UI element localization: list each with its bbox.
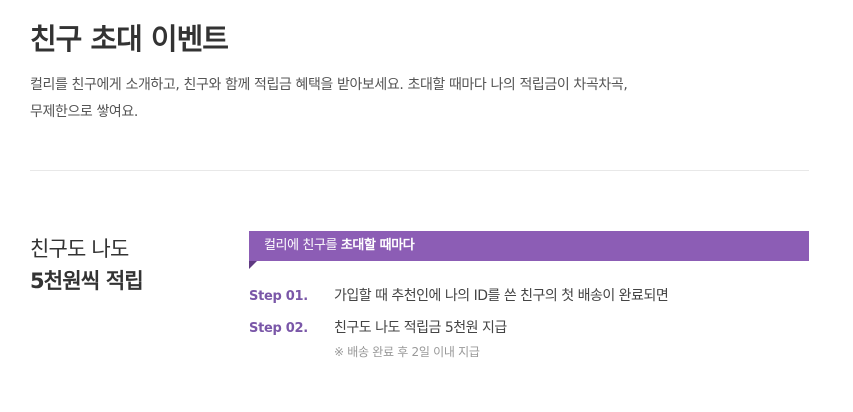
invite-banner-text: 컬리에 친구를 초대할 때마다 bbox=[249, 238, 415, 253]
step-item-2: Step 02. 친구도 나도 적립금 5천원 지급 ※ 배송 완료 후 2일 … bbox=[249, 317, 809, 362]
reward-heading-line-1: 친구도 나도 bbox=[30, 237, 129, 261]
reward-heading: 친구도 나도 5천원씩 적립 bbox=[30, 233, 230, 297]
reward-heading-line-2: 5천원씩 적립 bbox=[30, 269, 144, 293]
steps-list: Step 01. 가입할 때 추천인에 나의 ID를 쓴 친구의 첫 배송이 완… bbox=[249, 285, 809, 371]
step-label: Step 02. bbox=[249, 321, 308, 336]
invite-banner: 컬리에 친구를 초대할 때마다 bbox=[249, 231, 809, 261]
event-description-line-1: 컬리를 친구에게 소개하고, 친구와 함께 적립금 혜택을 받아보세요. 초대할… bbox=[30, 77, 628, 93]
invite-banner-emphasis: 초대할 때마다 bbox=[340, 238, 415, 253]
step-body: 친구도 나도 적립금 5천원 지급 ※ 배송 완료 후 2일 이내 지급 bbox=[334, 317, 507, 362]
section-divider bbox=[30, 170, 809, 171]
event-description: 컬리를 친구에게 소개하고, 친구와 함께 적립금 혜택을 받아보세요. 초대할… bbox=[30, 72, 820, 126]
banner-fold-decoration bbox=[249, 261, 257, 269]
step-note: ※ 배송 완료 후 2일 이내 지급 bbox=[334, 345, 480, 359]
page-title: 친구 초대 이벤트 bbox=[30, 22, 229, 56]
invite-banner-prefix: 컬리에 친구를 bbox=[264, 238, 341, 253]
step-item-1: Step 01. 가입할 때 추천인에 나의 ID를 쓴 친구의 첫 배송이 완… bbox=[249, 285, 809, 308]
step-label: Step 01. bbox=[249, 289, 308, 304]
step-description: 친구도 나도 적립금 5천원 지급 bbox=[334, 320, 507, 336]
step-description: 가입할 때 추천인에 나의 ID를 쓴 친구의 첫 배송이 완료되면 bbox=[334, 288, 669, 304]
event-description-line-2: 무제한으로 쌓여요. bbox=[30, 104, 138, 120]
